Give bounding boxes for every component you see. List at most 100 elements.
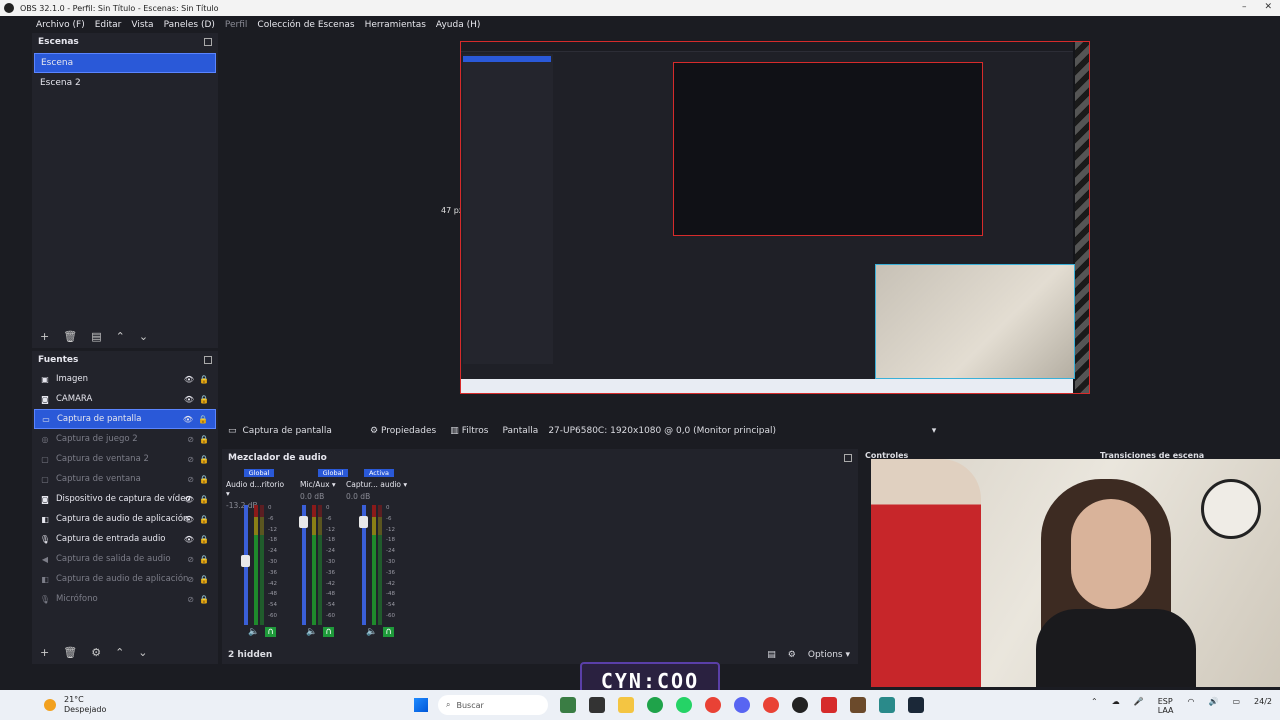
- menu-archivo[interactable]: Archivo (F): [36, 20, 85, 30]
- menu-coleccion[interactable]: Colección de Escenas: [257, 20, 354, 30]
- add-icon[interactable]: +: [40, 330, 49, 343]
- headphones-icon[interactable]: ∩: [383, 627, 394, 637]
- app-icon[interactable]: [850, 697, 866, 713]
- source-item[interactable]: ▣ Imagen 👁 🔒: [34, 369, 216, 389]
- filter-icon[interactable]: ▤: [91, 330, 101, 343]
- eye-off-icon[interactable]: ⊘: [187, 595, 194, 604]
- chevron-up-icon[interactable]: ⌃: [1091, 697, 1098, 715]
- source-item[interactable]: ◀ Captura de salida de audio ⊘ 🔒: [34, 549, 216, 569]
- scene-item[interactable]: Escena 2: [34, 73, 216, 93]
- eye-off-icon[interactable]: ⊘: [187, 475, 194, 484]
- trash-icon[interactable]: 🗑: [63, 646, 77, 659]
- trash-icon[interactable]: 🗑: [63, 330, 77, 343]
- menu-herramientas[interactable]: Herramientas: [365, 20, 426, 30]
- folder-icon[interactable]: [618, 697, 634, 713]
- obs-icon[interactable]: [792, 697, 808, 713]
- steam-icon[interactable]: [908, 697, 924, 713]
- lock-icon[interactable]: 🔒: [199, 535, 209, 544]
- eye-off-icon[interactable]: ⊘: [187, 455, 194, 464]
- lock-icon[interactable]: 🔒: [199, 575, 209, 584]
- eye-off-icon[interactable]: ⊘: [187, 555, 194, 564]
- fader-knob[interactable]: [359, 516, 368, 528]
- move-up-icon[interactable]: ⌃: [116, 330, 125, 343]
- lock-icon[interactable]: 🔒: [199, 515, 209, 524]
- lock-icon[interactable]: 🔒: [199, 555, 209, 564]
- windows-start-icon[interactable]: [414, 698, 428, 712]
- volume-icon[interactable]: 🔊: [1209, 697, 1219, 715]
- source-item[interactable]: ▭ Captura de pantalla 👁 🔒: [34, 409, 216, 429]
- source-item[interactable]: ◙ CAMARA 👁 🔒: [34, 389, 216, 409]
- eye-icon[interactable]: 👁: [184, 375, 194, 384]
- chrome-icon[interactable]: [763, 697, 779, 713]
- options-button[interactable]: Options ▾: [808, 650, 850, 660]
- wifi-icon[interactable]: ◠: [1188, 697, 1195, 715]
- mic-tray-icon[interactable]: 🎤: [1134, 697, 1144, 715]
- volume-icon[interactable]: 🔈: [306, 627, 317, 637]
- whatsapp-icon[interactable]: [676, 697, 692, 713]
- source-item[interactable]: ◧ Captura de audio de aplicación ⊘ 🔒: [34, 569, 216, 589]
- eye-icon[interactable]: 👁: [184, 495, 194, 504]
- eye-icon[interactable]: 👁: [184, 515, 194, 524]
- weather-widget[interactable]: 21°C Despejado: [64, 695, 106, 715]
- lock-icon[interactable]: 🔒: [199, 495, 209, 504]
- undock-icon[interactable]: [844, 454, 852, 462]
- clock-date[interactable]: 24/2: [1254, 697, 1272, 715]
- lock-icon[interactable]: 🔒: [198, 415, 208, 424]
- source-item[interactable]: ▢ Captura de ventana ⊘ 🔒: [34, 469, 216, 489]
- menu-perfil[interactable]: Perfil: [225, 20, 248, 30]
- properties-button[interactable]: ⚙ Propiedades: [370, 426, 436, 436]
- chrome-icon[interactable]: [705, 697, 721, 713]
- network-icon[interactable]: ☁: [1112, 697, 1120, 715]
- source-item[interactable]: 🎙 Captura de entrada audio 👁 🔒: [34, 529, 216, 549]
- move-down-icon[interactable]: ⌄: [138, 646, 147, 659]
- undock-icon[interactable]: [204, 356, 212, 364]
- eye-icon[interactable]: 👁: [184, 535, 194, 544]
- gear-icon[interactable]: ⚙: [91, 646, 101, 659]
- menu-vista[interactable]: Vista: [131, 20, 153, 30]
- headphones-icon[interactable]: ∩: [265, 627, 276, 637]
- language-indicator[interactable]: ESP LAA: [1158, 697, 1174, 715]
- close-icon[interactable]: ✕: [1264, 2, 1272, 12]
- app-icon[interactable]: [560, 697, 576, 713]
- filters-button[interactable]: ▥ Filtros: [450, 426, 488, 436]
- fader-knob[interactable]: [241, 554, 250, 567]
- move-up-icon[interactable]: ⌃: [115, 646, 124, 659]
- minimize-icon[interactable]: –: [1242, 2, 1247, 12]
- app-icon[interactable]: [879, 697, 895, 713]
- app-icon[interactable]: [821, 697, 837, 713]
- screen-select[interactable]: 27-UP6580C: 1920x1080 @ 0,0 (Monitor pri…: [544, 423, 941, 439]
- taskbar-search[interactable]: ⌕ Buscar: [438, 695, 548, 715]
- lock-icon[interactable]: 🔒: [199, 475, 209, 484]
- scene-item[interactable]: Escena: [34, 53, 216, 73]
- channel-name[interactable]: Captur... audio ▾: [346, 480, 410, 489]
- app-icon[interactable]: [589, 697, 605, 713]
- lock-icon[interactable]: 🔒: [199, 595, 209, 604]
- preview-canvas[interactable]: [460, 41, 1090, 394]
- add-icon[interactable]: +: [40, 646, 49, 659]
- battery-icon[interactable]: ▭: [1232, 697, 1240, 715]
- undock-icon[interactable]: [204, 38, 212, 46]
- source-item[interactable]: ◎ Captura de juego 2 ⊘ 🔒: [34, 429, 216, 449]
- headphones-icon[interactable]: ∩: [323, 627, 334, 637]
- spotify-icon[interactable]: [647, 697, 663, 713]
- move-down-icon[interactable]: ⌄: [139, 330, 148, 343]
- lock-icon[interactable]: 🔒: [199, 435, 209, 444]
- lock-icon[interactable]: 🔒: [199, 455, 209, 464]
- eye-icon[interactable]: 👁: [184, 395, 194, 404]
- mixer-settings-icon[interactable]: ⚙: [788, 650, 796, 660]
- source-item[interactable]: ◙ Dispositivo de captura de vídeo 👁 🔒: [34, 489, 216, 509]
- source-item[interactable]: 🎙 Micrófono ⊘ 🔒: [34, 589, 216, 609]
- discord-icon[interactable]: [734, 697, 750, 713]
- source-item[interactable]: ▢ Captura de ventana 2 ⊘ 🔒: [34, 449, 216, 469]
- eye-off-icon[interactable]: ⊘: [187, 575, 194, 584]
- source-item[interactable]: ◧ Captura de audio de aplicación 👁 🔒: [34, 509, 216, 529]
- fader-knob[interactable]: [299, 516, 308, 528]
- menu-ayuda[interactable]: Ayuda (H): [436, 20, 480, 30]
- lock-icon[interactable]: 🔒: [199, 395, 209, 404]
- menu-editar[interactable]: Editar: [95, 20, 122, 30]
- channel-name[interactable]: Audio d...ritorio ▾: [226, 480, 290, 498]
- menu-paneles[interactable]: Paneles (D): [164, 20, 215, 30]
- layout-icon[interactable]: ▤: [767, 650, 776, 660]
- eye-icon[interactable]: 👁: [183, 415, 193, 424]
- volume-icon[interactable]: 🔈: [366, 627, 377, 637]
